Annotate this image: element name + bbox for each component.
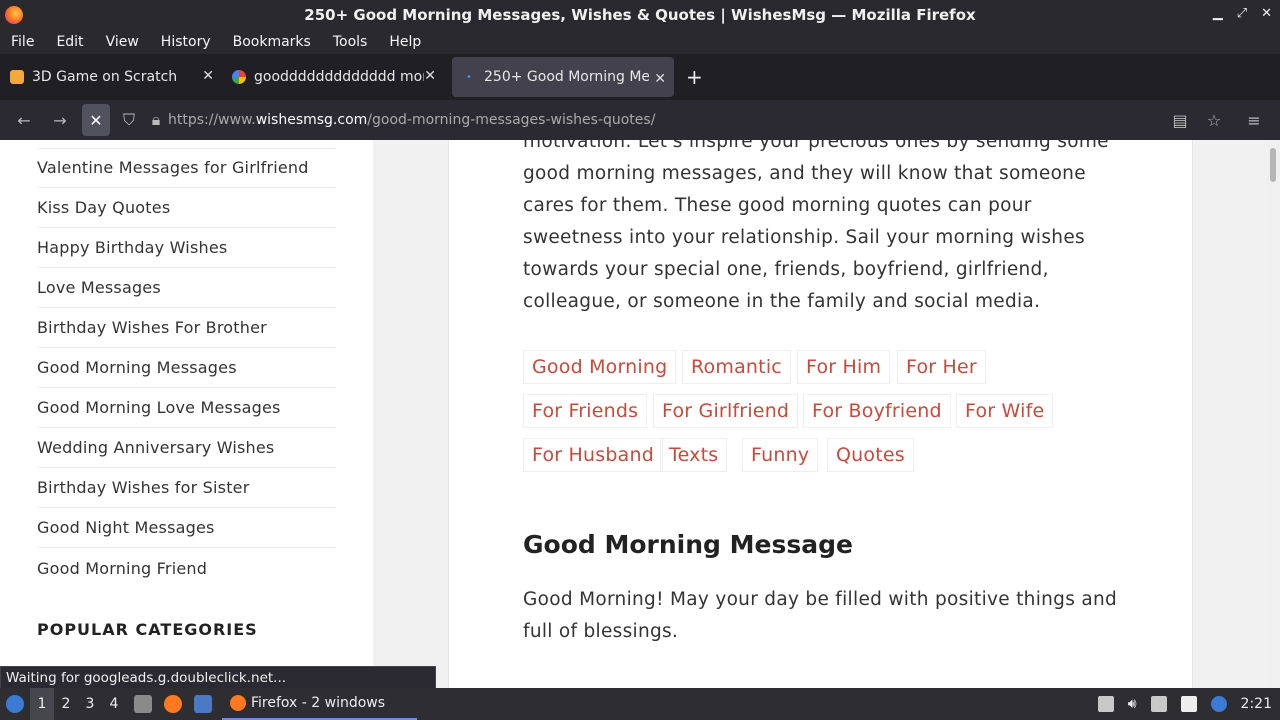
tag-link[interactable]: For Friends (523, 394, 648, 428)
sidebar: Valentine Messages for Girlfriend Kiss D… (0, 140, 373, 668)
tab-label: 250+ Good Morning Mes (484, 69, 649, 85)
sidebar-link[interactable]: Birthday Wishes For Brother (37, 308, 335, 348)
scratch-icon (10, 70, 24, 84)
display-icon[interactable] (1150, 696, 1167, 712)
tab-wishesmsg[interactable]: • 250+ Good Morning Mes ✕ (452, 57, 674, 97)
google-icon (232, 70, 246, 84)
forward-button[interactable]: → (42, 104, 78, 136)
file-manager-icon[interactable] (134, 695, 152, 713)
lock-icon[interactable]: 🔒︎ (144, 104, 168, 136)
url-host: wishesmsg.com (255, 112, 368, 128)
volume-icon[interactable]: 🔊︎ (1128, 696, 1137, 712)
window-titlebar: 250+ Good Morning Messages, Wishes & Quo… (0, 0, 1280, 30)
navigation-toolbar: ← → ✕ ⛉ 🔒︎ https://www. wishesmsg.com/goo… (0, 100, 1280, 140)
menu-bookmarks[interactable]: Bookmarks (222, 34, 322, 50)
close-tab-icon[interactable]: ✕ (202, 68, 214, 84)
system-tray: 🔊︎ 2:21 (1097, 688, 1280, 720)
workspace-3[interactable]: 3 (78, 696, 102, 712)
workspace-4[interactable]: 4 (102, 696, 126, 712)
bookmark-star-icon[interactable]: ☆ (1200, 104, 1228, 136)
taskbar: 1 2 3 4 Firefox - 2 windows 🔊︎ 2:21 (0, 688, 1280, 720)
start-menu-icon[interactable] (0, 695, 30, 713)
taskbar-window-label: Firefox - 2 windows (251, 695, 386, 711)
message-text: Good Morning! May your day be filled wit… (523, 589, 1118, 642)
tag-link[interactable]: Romantic (682, 350, 791, 384)
page-scrollbar[interactable] (1266, 140, 1280, 688)
workspace-1[interactable]: 1 (30, 688, 54, 720)
app-menu-icon[interactable]: ≡ (1234, 104, 1274, 136)
tab-label: 3D Game on Scratch (32, 69, 178, 85)
sidebar-link[interactable]: Love Messages (37, 268, 335, 308)
article: motivation. Let's inspire your precious … (448, 140, 1193, 688)
sidebar-link[interactable]: Wedding Anniversary Wishes (37, 428, 335, 468)
tab-scratch[interactable]: 3D Game on Scratch ✕ (0, 54, 222, 100)
workspace-2[interactable]: 2 (54, 696, 78, 712)
stop-loading-button[interactable]: ✕ (82, 104, 110, 136)
menu-file[interactable]: File (0, 34, 45, 50)
tag-link[interactable]: Funny (742, 438, 819, 472)
tag-link[interactable]: Texts (660, 438, 728, 472)
clock: 2:21 (1240, 696, 1272, 712)
back-button[interactable]: ← (6, 104, 42, 136)
scrollbar-thumb[interactable] (1270, 148, 1276, 182)
url-prefix: https://www. (168, 112, 256, 128)
firefox-logo-icon (5, 6, 23, 24)
menu-tools[interactable]: Tools (322, 34, 379, 50)
loading-dot-icon: • (466, 71, 472, 83)
url-path: /good-morning-messages-wishes-quotes/ (367, 112, 656, 128)
tag-link[interactable]: For Husband (523, 438, 663, 472)
window-title: 250+ Good Morning Messages, Wishes & Quo… (304, 6, 976, 24)
sidebar-link[interactable]: Valentine Messages for Girlfriend (37, 148, 335, 188)
tab-bar: 3D Game on Scratch ✕ gooddddddddddddd mo… (0, 54, 1280, 100)
tab-label: gooddddddddddddd mor (254, 69, 424, 85)
article-intro: motivation. Let's inspire your precious … (523, 140, 1109, 312)
tag-link[interactable]: For Girlfriend (653, 394, 799, 428)
sidebar-link[interactable]: Good Morning Messages (37, 348, 335, 388)
close-tab-icon[interactable]: ✕ (424, 68, 436, 84)
status-bar: Waiting for googleads.g.doubleclick.net.… (0, 666, 436, 690)
new-tab-button[interactable]: + (674, 65, 715, 89)
sidebar-link[interactable]: Birthday Wishes for Sister (37, 468, 335, 508)
tag-link[interactable]: For Him (797, 350, 891, 384)
tab-google-search[interactable]: gooddddddddddddd mor ✕ (222, 54, 444, 100)
close-window-icon[interactable]: ✕ (1261, 6, 1272, 21)
tag-link[interactable]: For Her (897, 350, 986, 384)
sidebar-link[interactable]: Kiss Day Quotes (37, 188, 335, 228)
taskbar-window-firefox[interactable]: Firefox - 2 windows (222, 688, 417, 720)
tag-link[interactable]: Good Morning (523, 350, 677, 384)
main-content: motivation. Let's inspire your precious … (373, 140, 1266, 688)
tag-link[interactable]: For Wife (956, 394, 1054, 428)
desktop-icon[interactable] (194, 695, 212, 713)
firefox-icon (230, 695, 246, 711)
sidebar-link[interactable]: Good Night Messages (37, 508, 335, 548)
menu-view[interactable]: View (95, 34, 150, 50)
section-heading: Good Morning Message (523, 530, 853, 559)
menu-history[interactable]: History (150, 34, 222, 50)
sidebar-link[interactable]: Happy Birthday Wishes (37, 228, 335, 268)
minimize-icon[interactable]: ▁ (1213, 6, 1223, 21)
menu-help[interactable]: Help (378, 34, 432, 50)
tracking-protection-icon[interactable]: ⛉ (114, 104, 144, 136)
notification-icon[interactable] (1210, 696, 1227, 712)
eject-icon[interactable] (1097, 696, 1114, 712)
url-bar[interactable]: https://www. wishesmsg.com/good-morning-m… (168, 104, 1166, 136)
restore-icon[interactable]: ⤢ (1237, 6, 1247, 21)
firefox-launcher-icon[interactable] (164, 695, 182, 713)
clipboard-icon[interactable] (1180, 696, 1197, 712)
menu-edit[interactable]: Edit (45, 34, 94, 50)
tag-link[interactable]: Quotes (827, 438, 914, 472)
close-tab-icon[interactable]: ✕ (654, 71, 666, 87)
sidebar-link[interactable]: Good Morning Love Messages (37, 388, 335, 428)
popular-categories-heading: POPULAR CATEGORIES (37, 620, 258, 639)
tag-link[interactable]: For Boyfriend (803, 394, 951, 428)
menu-bar: File Edit View History Bookmarks Tools H… (0, 30, 1280, 54)
reader-view-icon[interactable]: ▤ (1166, 104, 1194, 136)
sidebar-link[interactable]: Good Morning Friend (37, 548, 335, 588)
